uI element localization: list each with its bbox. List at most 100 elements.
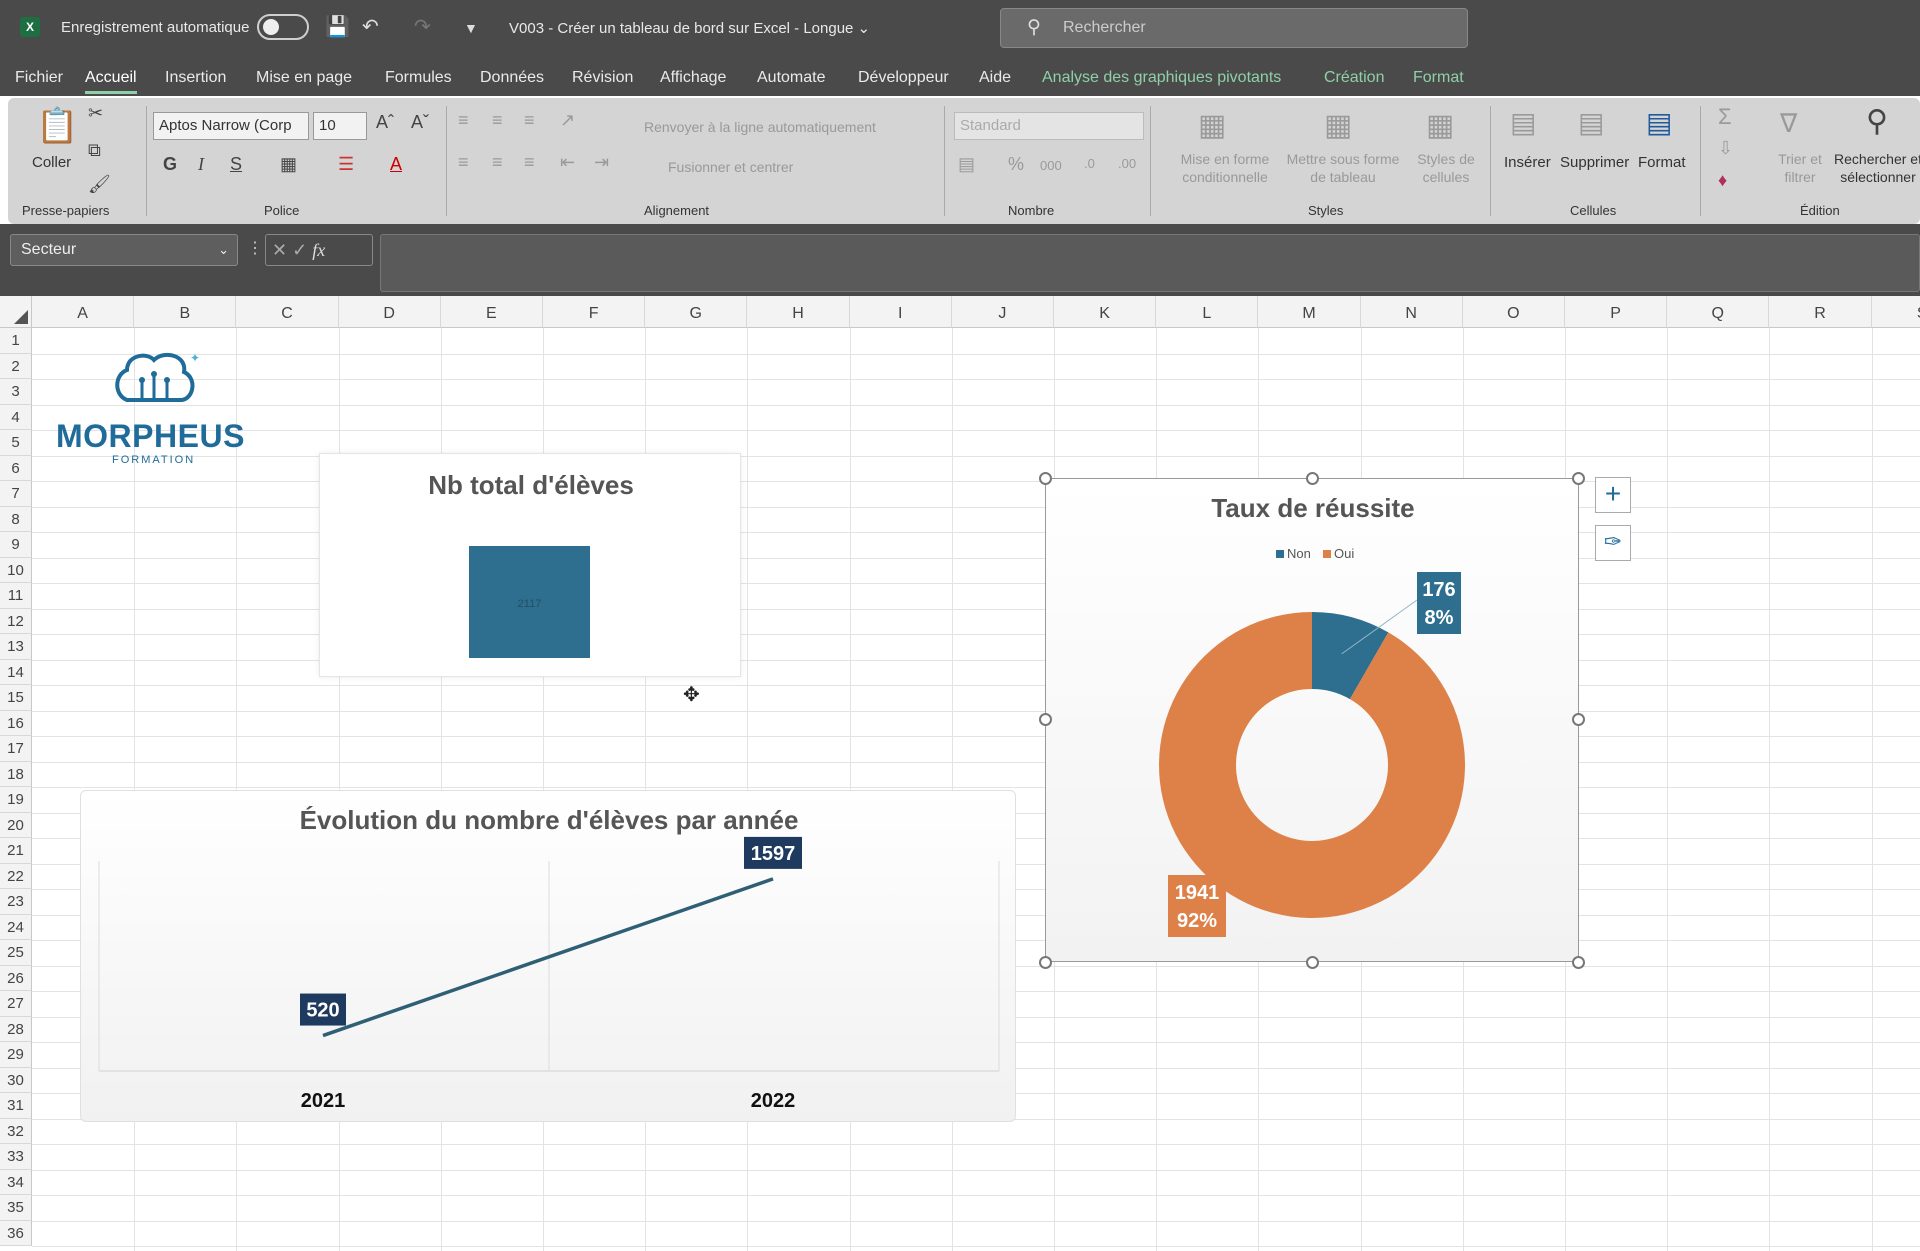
orientation-icon[interactable]: ↗ [560, 110, 575, 131]
row-header[interactable]: 23 [0, 889, 32, 915]
column-header[interactable]: J [951, 296, 1054, 328]
row-header[interactable]: 16 [0, 710, 32, 736]
column-header[interactable]: S [1871, 296, 1920, 328]
fill-color-icon[interactable]: ☰ [338, 154, 354, 175]
cell-styles-button[interactable]: Styles de cellules [1406, 150, 1486, 186]
conditional-format-button[interactable]: Mise en forme conditionnelle [1160, 150, 1290, 186]
tab-analyse-graphiques[interactable]: Analyse des graphiques pivotants [1042, 69, 1281, 87]
row-header[interactable]: 20 [0, 812, 32, 838]
customize-toolbar-icon[interactable]: ▼ [464, 20, 478, 36]
bold-button[interactable]: G [163, 154, 177, 175]
decrease-indent-icon[interactable]: ⇤ [560, 152, 575, 173]
row-header[interactable]: 24 [0, 914, 32, 940]
align-right-icon[interactable]: ≡ [524, 152, 535, 173]
percent-icon[interactable]: % [1008, 154, 1024, 175]
cancel-icon[interactable]: ✕ [272, 240, 287, 260]
autosave-toggle[interactable] [257, 14, 309, 40]
row-header[interactable]: 2 [0, 353, 32, 379]
increase-indent-icon[interactable]: ⇥ [594, 152, 609, 173]
row-header[interactable]: 1 [0, 328, 32, 354]
increase-decimal-icon[interactable]: .0 [1084, 156, 1095, 171]
column-header[interactable]: R [1769, 296, 1872, 328]
row-header[interactable]: 28 [0, 1016, 32, 1042]
resize-handle[interactable] [1306, 472, 1319, 485]
insert-cells-icon[interactable]: ▤ [1510, 106, 1536, 139]
row-header[interactable]: 34 [0, 1169, 32, 1195]
format-painter-icon[interactable]: 🖌 [88, 174, 111, 195]
format-as-table-button[interactable]: Mettre sous forme de tableau [1278, 150, 1408, 186]
row-header[interactable]: 10 [0, 557, 32, 583]
resize-handle[interactable] [1306, 956, 1319, 969]
align-bottom-icon[interactable]: ≡ [524, 110, 535, 131]
underline-button[interactable]: S [230, 154, 242, 175]
column-header[interactable]: M [1258, 296, 1361, 328]
delete-cells-button[interactable]: Supprimer [1560, 153, 1629, 173]
fill-icon[interactable]: ⇩ [1718, 138, 1733, 159]
insert-function-icon[interactable]: fx [312, 240, 325, 260]
italic-button[interactable]: I [198, 154, 204, 175]
wrap-text-button[interactable]: Renvoyer à la ligne automatiquement [644, 118, 876, 136]
row-header[interactable]: 14 [0, 659, 32, 685]
tab-accueil[interactable]: Accueil [85, 69, 137, 94]
resize-handle[interactable] [1039, 956, 1052, 969]
column-header[interactable]: K [1054, 296, 1157, 328]
resize-handle[interactable] [1039, 472, 1052, 485]
tab-revision[interactable]: Révision [572, 69, 633, 87]
row-header[interactable]: 36 [0, 1220, 32, 1246]
column-header[interactable]: O [1462, 296, 1565, 328]
autosum-icon[interactable]: Σ [1718, 104, 1732, 130]
format-cells-icon[interactable]: ▤ [1646, 106, 1672, 139]
align-left-icon[interactable]: ≡ [458, 152, 469, 173]
thousands-icon[interactable]: 000 [1040, 158, 1062, 173]
tab-formules[interactable]: Formules [385, 69, 452, 87]
column-header[interactable]: C [236, 296, 339, 328]
row-header[interactable]: 13 [0, 634, 32, 660]
enter-icon[interactable]: ✓ [292, 240, 307, 260]
delete-cells-icon[interactable]: ▤ [1578, 106, 1604, 139]
students-evolution-chart[interactable]: Évolution du nombre d'élèves par année 2… [80, 790, 1016, 1122]
row-header[interactable]: 5 [0, 430, 32, 456]
resize-handle[interactable] [1572, 472, 1585, 485]
tab-mise-en-page[interactable]: Mise en page [256, 69, 352, 87]
save-icon[interactable]: 💾 [325, 14, 350, 39]
row-header[interactable]: 4 [0, 404, 32, 430]
sort-filter-button[interactable]: Trier et filtrer [1764, 150, 1836, 186]
clear-icon[interactable]: ♦ [1718, 170, 1727, 191]
column-header[interactable]: F [543, 296, 646, 328]
align-middle-icon[interactable]: ≡ [492, 110, 503, 131]
success-rate-chart[interactable]: Taux de réussite Non Oui 176 8% 1941 92% [1045, 478, 1579, 962]
row-header[interactable]: 11 [0, 583, 32, 609]
resize-handle[interactable] [1572, 713, 1585, 726]
column-header[interactable]: A [32, 296, 135, 328]
name-box[interactable]: Secteur ⌄ [10, 234, 238, 266]
undo-icon[interactable]: ↶ [362, 14, 379, 39]
formula-input[interactable] [380, 234, 1920, 292]
row-header[interactable]: 8 [0, 506, 32, 532]
tab-insertion[interactable]: Insertion [165, 69, 226, 87]
tab-creation[interactable]: Création [1324, 69, 1384, 87]
decrease-decimal-icon[interactable]: .00 [1118, 156, 1136, 171]
column-header[interactable]: B [134, 296, 237, 328]
tab-affichage[interactable]: Affichage [660, 69, 726, 87]
row-header[interactable]: 30 [0, 1067, 32, 1093]
document-title[interactable]: V003 - Créer un tableau de bord sur Exce… [509, 19, 870, 37]
row-header[interactable]: 17 [0, 736, 32, 762]
tab-automate[interactable]: Automate [757, 69, 825, 87]
more-icon[interactable]: ⋮ [247, 238, 263, 258]
column-header[interactable]: E [440, 296, 543, 328]
insert-cells-button[interactable]: Insérer [1504, 153, 1551, 173]
paste-button[interactable]: Coller [32, 153, 71, 173]
cut-icon[interactable]: ✂ [88, 103, 103, 124]
merge-center-button[interactable]: Fusionner et centrer [668, 158, 793, 176]
find-select-button[interactable]: Rechercher et sélectionner [1828, 150, 1920, 186]
row-header[interactable]: 12 [0, 608, 32, 634]
font-color-icon[interactable]: A [390, 154, 402, 175]
font-name-select[interactable]: Aptos Narrow (Corp [153, 112, 309, 140]
resize-handle[interactable] [1572, 956, 1585, 969]
tab-aide[interactable]: Aide [979, 69, 1011, 87]
tab-fichier[interactable]: Fichier [15, 69, 63, 87]
row-header[interactable]: 35 [0, 1195, 32, 1221]
row-header[interactable]: 3 [0, 379, 32, 405]
row-header[interactable]: 29 [0, 1042, 32, 1068]
row-header[interactable]: 7 [0, 481, 32, 507]
